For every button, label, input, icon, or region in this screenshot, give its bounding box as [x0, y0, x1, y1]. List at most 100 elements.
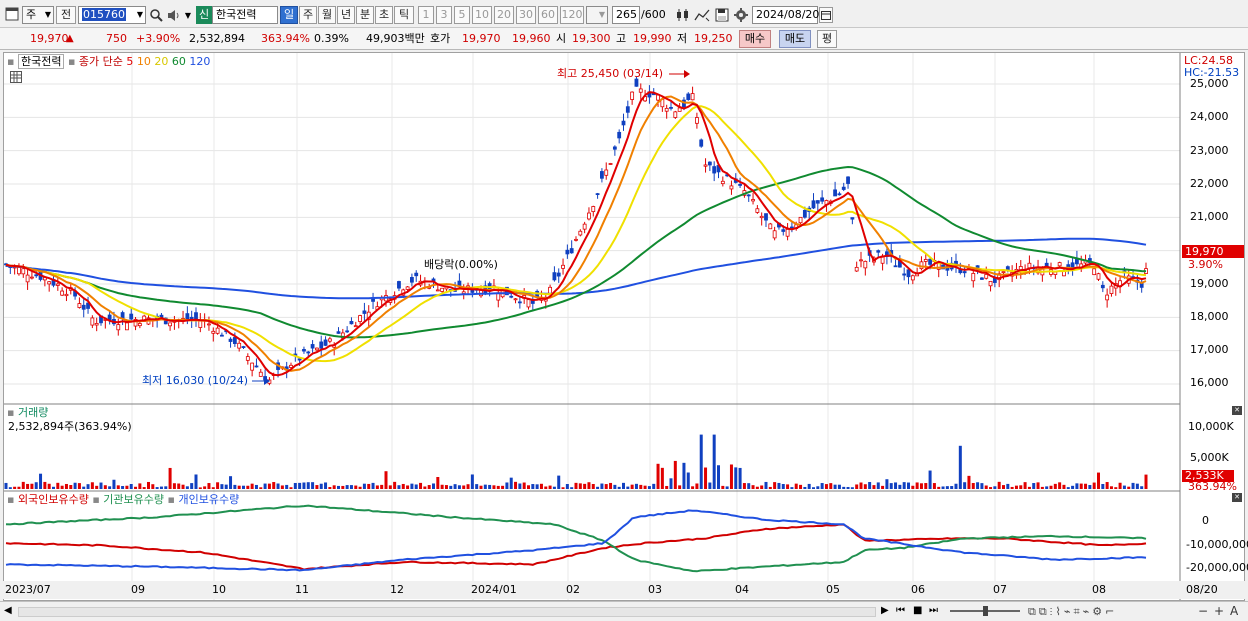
- date-tick: 11: [295, 583, 309, 596]
- candle-body: [315, 347, 319, 351]
- speaker-icon[interactable]: [166, 7, 182, 23]
- interval-3-button[interactable]: 3: [436, 6, 452, 24]
- volume-bar: [799, 484, 803, 489]
- candle-body: [319, 341, 324, 349]
- close-icon[interactable]: ✕: [1232, 406, 1242, 415]
- candle-body: [215, 327, 220, 334]
- legend-ma20[interactable]: 20: [154, 55, 168, 68]
- horizontal-scrollbar[interactable]: [18, 607, 876, 617]
- window-menu-icon[interactable]: [4, 6, 20, 22]
- candle-body: [910, 275, 915, 281]
- sell-button[interactable]: 매도: [779, 30, 811, 48]
- candle-body: [1105, 294, 1110, 301]
- volume-bar: [1114, 487, 1118, 489]
- count-value: 265: [616, 8, 637, 21]
- stop-icon[interactable]: ■: [913, 605, 922, 616]
- candle-body: [25, 274, 30, 283]
- period-minute-button[interactable]: 분: [356, 6, 374, 24]
- legend-stock-name[interactable]: 한국전력: [17, 54, 65, 69]
- candle-body: [94, 323, 99, 326]
- legend-ma120[interactable]: 120: [189, 55, 210, 68]
- scroll-right-icon[interactable]: ▶: [881, 605, 889, 616]
- volume-bar: [34, 482, 38, 489]
- stock-code-input[interactable]: 015760 ▼: [78, 6, 146, 24]
- volume-bar: [846, 486, 850, 489]
- institution-holding-line: [5, 504, 1147, 573]
- legend-institution[interactable]: 기관보유수량: [103, 493, 164, 506]
- custom-interval-select[interactable]: ▼: [586, 6, 608, 24]
- interval-5-button[interactable]: 5: [454, 6, 470, 24]
- zoom-out-icon[interactable]: −: [1198, 604, 1208, 618]
- period-tick-button[interactable]: 틱: [394, 6, 414, 24]
- period-month-button[interactable]: 월: [318, 6, 336, 24]
- chart-area[interactable]: ▪ 한국전력 ▪ 종가 단순 5 10 20 60 120 LC:24.58 H…: [3, 52, 1248, 601]
- zoom-in-icon[interactable]: +: [1214, 604, 1224, 618]
- count-input[interactable]: 265: [612, 6, 640, 24]
- chevron-down-icon[interactable]: ▼: [182, 7, 194, 23]
- volume-bar: [298, 482, 302, 489]
- rewind-icon[interactable]: ⏮: [896, 605, 905, 616]
- period-year-button[interactable]: 년: [337, 6, 355, 24]
- zoom-slider-thumb[interactable]: [983, 606, 988, 616]
- period-second-button[interactable]: 초: [375, 6, 393, 24]
- eval-button[interactable]: 평: [817, 30, 837, 48]
- candle-body: [980, 277, 984, 280]
- drawing-tools-icon[interactable]: ⧉⧉⫶⌇⌁⌗⌁⚙⌐: [1028, 605, 1117, 619]
- interval-60-button[interactable]: 60: [538, 6, 558, 24]
- chart-canvas[interactable]: [4, 53, 1244, 600]
- legend-ma10[interactable]: 10: [137, 55, 151, 68]
- buy-button[interactable]: 매수: [739, 30, 771, 48]
- gear-icon[interactable]: [733, 7, 749, 23]
- volume-bar: [691, 486, 695, 489]
- legend-ma-label[interactable]: 종가 단순: [79, 55, 123, 68]
- legend-ma60[interactable]: 60: [172, 55, 186, 68]
- scroll-left-icon[interactable]: ◀: [4, 605, 12, 616]
- candle-body: [902, 273, 907, 276]
- period-week-button[interactable]: 주: [299, 6, 317, 24]
- volume-bar: [69, 485, 73, 489]
- volume-bar: [531, 484, 535, 489]
- close-icon[interactable]: ✕: [1232, 493, 1242, 502]
- volume-tag-pct: 363.94%: [1188, 480, 1237, 493]
- legend-foreign[interactable]: 외국인보유수량: [18, 493, 89, 506]
- low-annotation: 최저 16,030 (10/24): [142, 374, 249, 387]
- prefix-button[interactable]: 전: [56, 6, 76, 24]
- candle-body: [630, 91, 635, 100]
- hoga-label: 호가: [430, 32, 451, 45]
- interval-20-button[interactable]: 20: [494, 6, 514, 24]
- interval-10-button[interactable]: 10: [472, 6, 492, 24]
- candle-type-icon[interactable]: [675, 7, 691, 23]
- date-tick: 03: [648, 583, 662, 596]
- interval-120-button[interactable]: 120: [560, 6, 584, 24]
- auto-scale-icon[interactable]: A: [1230, 604, 1238, 618]
- interval-1-button[interactable]: 1: [418, 6, 434, 24]
- volume-bar: [164, 486, 168, 489]
- volume-bar: [794, 483, 798, 489]
- save-icon[interactable]: [714, 7, 730, 23]
- interval-30-button[interactable]: 30: [516, 6, 536, 24]
- volume-bar: [535, 484, 539, 489]
- volume-title[interactable]: 거래량: [18, 406, 48, 419]
- candle-body: [738, 184, 742, 186]
- fast-forward-icon[interactable]: ⏭: [929, 605, 938, 616]
- volume-bar: [980, 483, 984, 489]
- price-tag: 19,970: [1185, 245, 1224, 258]
- line-draw-icon[interactable]: [694, 7, 710, 23]
- period-day-button[interactable]: 일: [280, 6, 298, 24]
- volume-bar: [328, 487, 332, 489]
- stock-name-field[interactable]: 한국전력: [212, 6, 278, 24]
- candle-body: [1109, 285, 1114, 294]
- calendar-icon[interactable]: [819, 7, 833, 23]
- volume-bar: [820, 483, 824, 489]
- legend-individual[interactable]: 개인보유수량: [178, 493, 239, 506]
- candle-body: [1092, 268, 1097, 276]
- volume-bar: [397, 485, 401, 489]
- candle-body: [764, 213, 768, 221]
- table-toggle-icon[interactable]: [10, 71, 22, 83]
- market-select[interactable]: 주 ▼: [22, 6, 54, 24]
- legend-ma5[interactable]: 5: [126, 55, 133, 68]
- search-icon[interactable]: [148, 7, 164, 23]
- chevron-down-icon: ▼: [44, 10, 51, 19]
- volume-bar: [341, 485, 345, 489]
- date-input[interactable]: 2024/08/20: [752, 6, 819, 24]
